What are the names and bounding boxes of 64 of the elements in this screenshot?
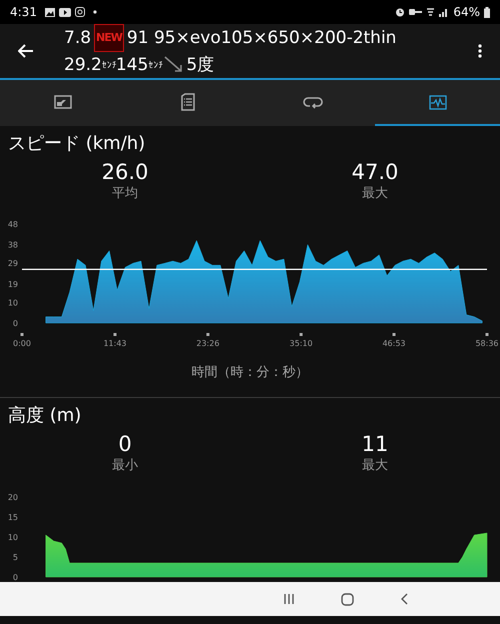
x-tick-mark [486,333,488,336]
stat-value: 26.0 [100,160,150,184]
height-value: 145 [116,54,148,77]
y-tick-label: 15 [8,513,18,522]
length-value: 29.2 [64,54,102,77]
y-tick-label: 20 [8,493,18,502]
x-tick-mark [300,333,303,336]
x-axis-label: 時間（時：分：秒） [190,364,310,382]
back-arrow-icon [18,44,34,58]
battery-percent: 64% [453,4,480,21]
more-menu-icon [478,44,482,58]
battery-icon [484,6,490,18]
x-tick-mark [20,333,24,336]
y-tick-label: 0 [12,319,18,328]
height-unit: ｾﾝﾁ [148,62,162,70]
x-tick-label: 58:36 [475,339,499,348]
x-tick-label: 0:00 [13,339,31,348]
stat-value: 0 [117,432,133,456]
loop-icon [302,95,322,109]
document-icon [180,93,194,111]
x-tick-mark [114,333,116,336]
stat-value: 47.0 [350,160,400,184]
x-tick-label: 46:53 [382,339,406,348]
stat-label: 最大 [361,457,389,475]
section-title: スピード (km/h) [7,132,146,156]
y-tick-label: 29 [8,259,18,268]
recent-apps-icon[interactable] [283,593,295,605]
y-tick-label: 48 [8,220,18,229]
x-tick-label: 11:43 [103,339,127,348]
y-tick-label: 0 [12,573,18,582]
back-button[interactable] [18,44,34,58]
dot-icon [92,10,97,14]
key-icon [409,8,422,16]
angle-value: 5度 [186,54,214,77]
stat-value: 11 [360,432,390,456]
y-tick-label: 5 [12,553,18,562]
screen-title: 91 95×evo105×650×200-2thin [126,27,396,50]
stat-label: 平均 [111,185,139,203]
clock-time: 4:31 [10,4,37,21]
stat-label: 最小 [111,457,139,475]
signal-icon [439,7,450,17]
stat-label: 最大 [361,185,389,203]
home-icon[interactable] [341,592,354,606]
y-tick-label: 38 [8,240,18,250]
section-title: 高度 (m) [7,404,82,428]
down-right-arrow-icon [164,56,184,74]
gallery-icon [44,8,55,16]
y-tick-label: 19 [8,280,18,289]
alarm-icon [395,7,406,17]
title-number: 7.8 [64,27,92,50]
length-unit: ｾﾝﾁ [102,62,116,70]
camera-icon [74,7,85,17]
x-tick-mark [392,333,396,336]
x-tick-mark [206,333,210,336]
x-tick-label: 35:10 [290,339,313,348]
play-icon [58,8,71,16]
x-tick-label: 23:26 [196,339,220,348]
new-badge: NEW [94,24,124,52]
photo-icon [54,95,72,109]
menu-button[interactable] [478,44,482,58]
pulse-icon [428,94,446,110]
y-tick-label: 10 [8,533,18,542]
back-icon[interactable] [400,593,408,605]
y-tick-label: 10 [8,298,18,308]
